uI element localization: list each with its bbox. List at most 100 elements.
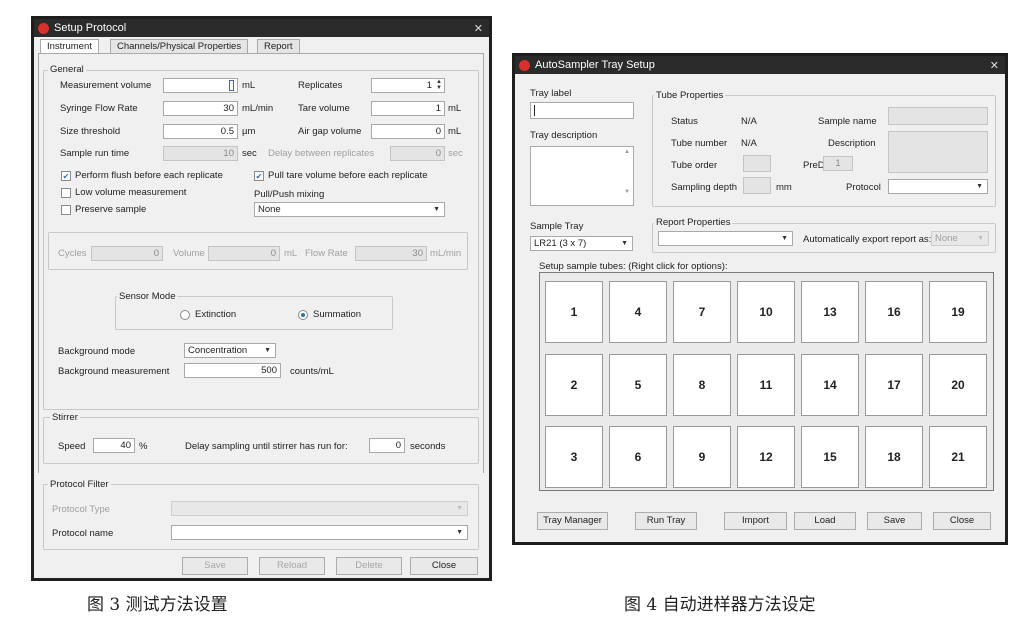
tube-cell[interactable]: 20 — [929, 354, 987, 416]
volume-input[interactable]: 0 — [208, 246, 280, 261]
save-button[interactable]: Save — [182, 557, 248, 575]
tube-cell[interactable]: 2 — [545, 354, 603, 416]
syringe-flow-rate-input[interactable]: 30 — [163, 101, 238, 116]
tube-cell[interactable]: 19 — [929, 281, 987, 343]
tab-instrument[interactable]: Instrument — [40, 39, 99, 54]
background-measurement-input[interactable]: 500 — [184, 363, 281, 378]
report-dropdown[interactable]: ▼ — [658, 231, 793, 246]
close-icon[interactable]: ✕ — [474, 22, 483, 35]
tube-order-input[interactable] — [743, 155, 771, 172]
protocol-type-dropdown[interactable]: ▼ — [171, 501, 468, 516]
chevron-down-icon: ▼ — [977, 235, 984, 242]
tube-number-value: N/A — [741, 138, 757, 149]
spinner-arrows-icon[interactable]: ▲ ▼ — [436, 79, 442, 91]
load-button[interactable]: Load — [794, 512, 856, 530]
measurement-volume-label: Measurement volume — [60, 80, 152, 91]
save-button[interactable]: Save — [867, 512, 922, 530]
volume-unit: mL — [284, 248, 298, 259]
sample-name-input[interactable] — [888, 107, 988, 125]
tube-cell[interactable]: 8 — [673, 354, 731, 416]
summation-label: Summation — [313, 309, 362, 320]
volume-label: Volume — [173, 248, 205, 259]
import-button[interactable]: Import — [724, 512, 787, 530]
background-mode-dropdown[interactable]: Concentration ▼ — [184, 343, 276, 358]
delay-sampling-label: Delay sampling until stirrer has run for… — [185, 441, 348, 452]
tray-description-textarea[interactable] — [530, 146, 634, 206]
tube-cell[interactable]: 18 — [865, 426, 923, 488]
flow-rate-input[interactable]: 30 — [355, 246, 427, 261]
replicates-spinner[interactable]: 1 ▲ ▼ — [371, 78, 445, 93]
tab-report[interactable]: Report — [257, 39, 300, 53]
app-icon — [519, 59, 530, 71]
tube-cell[interactable]: 14 — [801, 354, 859, 416]
tube-cell[interactable]: 21 — [929, 426, 987, 488]
speed-label: Speed — [58, 441, 86, 452]
sample-tray-value: LR21 (3 x 7) — [534, 238, 587, 249]
protocol-dropdown[interactable]: ▼ — [888, 179, 988, 194]
tray-label-input[interactable] — [530, 102, 634, 119]
chevron-down-icon: ▼ — [264, 347, 271, 354]
sample-run-time-input[interactable]: 10 — [163, 146, 238, 161]
background-measurement-unit: counts/mL — [290, 366, 334, 377]
delete-button[interactable]: Delete — [336, 557, 402, 575]
general-group-label: General — [48, 64, 86, 75]
close-button[interactable]: Close — [410, 557, 478, 575]
tube-cell[interactable]: 16 — [865, 281, 923, 343]
measurement-volume-input[interactable] — [163, 78, 238, 93]
pull-push-mixing-dropdown[interactable]: None ▼ — [254, 202, 445, 217]
pull-push-mixing-label: Pull/Push mixing — [254, 189, 325, 200]
predf-input[interactable]: 1 — [823, 156, 853, 171]
tube-cell[interactable]: 3 — [545, 426, 603, 488]
tube-cell[interactable]: 15 — [801, 426, 859, 488]
preserve-sample-checkbox[interactable]: Preserve sample — [61, 204, 146, 215]
delay-between-replicates-input[interactable]: 0 — [390, 146, 445, 161]
reload-button[interactable]: Reload — [259, 557, 325, 575]
chevron-down-icon: ▼ — [433, 206, 440, 213]
tray-manager-button[interactable]: Tray Manager — [537, 512, 608, 530]
run-tray-button[interactable]: Run Tray — [635, 512, 697, 530]
extinction-radio[interactable]: Extinction — [180, 309, 236, 320]
pull-push-mixing-value: None — [258, 204, 281, 215]
background-measurement-label: Background measurement — [58, 366, 170, 377]
tube-cell[interactable]: 10 — [737, 281, 795, 343]
tube-cell[interactable]: 4 — [609, 281, 667, 343]
protocol-filter-label: Protocol Filter — [48, 479, 111, 490]
tube-cell[interactable]: 7 — [673, 281, 731, 343]
sample-tray-dropdown[interactable]: LR21 (3 x 7) ▼ — [530, 236, 633, 251]
tube-cell[interactable]: 11 — [737, 354, 795, 416]
close-button[interactable]: Close — [933, 512, 991, 530]
protocol-label: Protocol — [846, 182, 881, 193]
speed-input[interactable]: 40 — [93, 438, 135, 453]
pull-tare-checkbox[interactable]: ✔ Pull tare volume before each replicate — [254, 170, 427, 181]
sampling-depth-input[interactable] — [743, 177, 771, 194]
tube-cell[interactable]: 5 — [609, 354, 667, 416]
perform-flush-checkbox[interactable]: ✔ Perform flush before each replicate — [61, 170, 223, 181]
tube-cell[interactable]: 9 — [673, 426, 731, 488]
close-icon[interactable]: ✕ — [990, 59, 999, 72]
sample-run-time-label: Sample run time — [60, 148, 130, 159]
tab-channels-physical-properties[interactable]: Channels/Physical Properties — [110, 39, 249, 53]
low-volume-checkbox[interactable]: Low volume measurement — [61, 187, 186, 198]
tare-volume-input[interactable]: 1 — [371, 101, 445, 116]
protocol-name-dropdown[interactable]: ▼ — [171, 525, 468, 540]
air-gap-volume-input[interactable]: 0 — [371, 124, 445, 139]
scrollbar[interactable]: ▲ ▼ — [621, 147, 633, 205]
tube-cell[interactable]: 6 — [609, 426, 667, 488]
size-threshold-input[interactable]: 0.5 — [163, 124, 238, 139]
tube-cell[interactable]: 12 — [737, 426, 795, 488]
auto-export-label: Automatically export report as: — [803, 234, 932, 245]
tube-cell[interactable]: 1 — [545, 281, 603, 343]
syringe-flow-rate-label: Syringe Flow Rate — [60, 103, 138, 114]
air-gap-volume-label: Air gap volume — [298, 126, 362, 137]
tube-cell[interactable]: 17 — [865, 354, 923, 416]
tube-cell[interactable]: 13 — [801, 281, 859, 343]
cycles-input[interactable]: 0 — [91, 246, 163, 261]
sample-run-time-unit: sec — [242, 148, 257, 159]
chevron-down-icon: ▼ — [621, 240, 628, 247]
background-mode-value: Concentration — [188, 345, 248, 356]
delay-sampling-input[interactable]: 0 — [369, 438, 405, 453]
summation-radio[interactable]: Summation — [298, 309, 361, 320]
description-textarea[interactable] — [888, 131, 988, 173]
text-cursor — [229, 80, 234, 91]
auto-export-dropdown[interactable]: None ▼ — [931, 231, 989, 246]
